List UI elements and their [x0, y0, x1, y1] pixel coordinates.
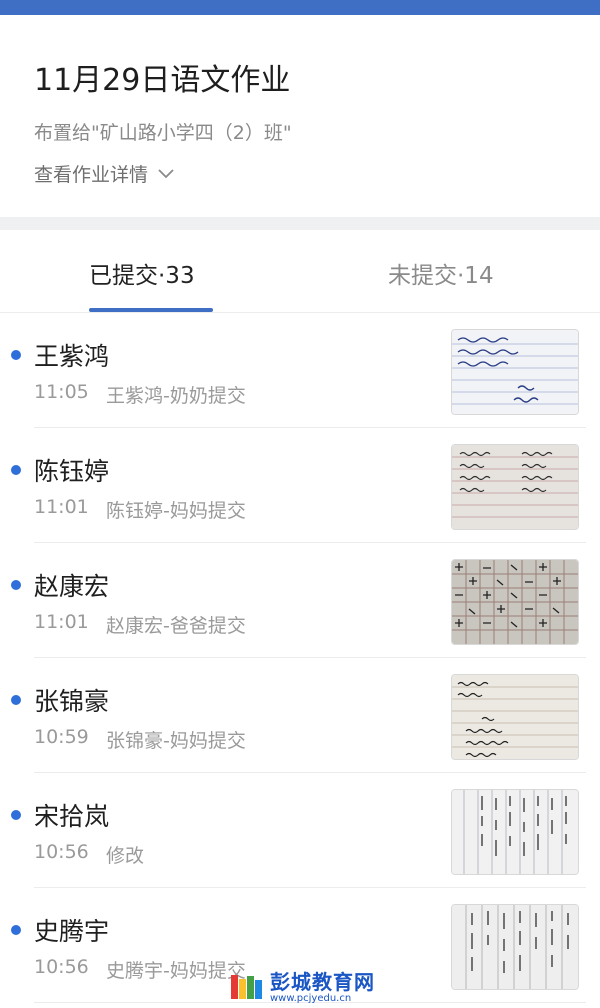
student-name: 张锦豪 [34, 687, 110, 716]
section-divider [0, 217, 600, 230]
homework-thumbnail[interactable] [451, 904, 579, 990]
submitter-info: 赵康宏-爸爸提交 [106, 615, 246, 637]
submission-tabs: 已提交·33 未提交·14 [0, 230, 600, 313]
watermark-url: www.pcjyedu.cn [270, 992, 352, 1004]
homework-thumbnail[interactable] [451, 674, 579, 760]
submission-list: 王紫鸿 11:05 王紫鸿-奶奶提交 陈钰婷 11:01 陈钰婷-妈妈提交 赵康 [0, 313, 600, 1003]
view-details-link[interactable]: 查看作业详情 [34, 160, 176, 187]
submitter-info: 修改 [106, 845, 145, 867]
homework-thumbnail[interactable] [451, 789, 579, 875]
submitter-info: 陈钰婷-妈妈提交 [106, 500, 246, 522]
active-tab-indicator [89, 308, 213, 312]
unread-dot [11, 580, 21, 590]
student-name: 王紫鸿 [34, 342, 110, 371]
tab-not-submitted[interactable]: 未提交·14 [388, 256, 494, 290]
homework-title: 11月29日语文作业 [34, 63, 291, 98]
list-item[interactable]: 王紫鸿 11:05 王紫鸿-奶奶提交 [0, 313, 600, 428]
student-name: 陈钰婷 [34, 457, 110, 486]
submitter-info: 王紫鸿-奶奶提交 [106, 385, 246, 407]
student-name: 史腾宇 [34, 917, 110, 946]
assigned-class: 布置给"矿山路小学四（2）班" [34, 122, 292, 144]
unread-dot [11, 695, 21, 705]
tab-submitted[interactable]: 已提交·33 [89, 256, 195, 290]
submit-time: 10:59 [34, 726, 89, 748]
list-item[interactable]: 张锦豪 10:59 张锦豪-妈妈提交 [0, 658, 600, 773]
unread-dot [11, 810, 21, 820]
top-app-bar [0, 0, 600, 15]
unread-dot [11, 465, 21, 475]
unread-dot [11, 925, 21, 935]
watermark-text: 彭城教育网 [270, 969, 375, 994]
unread-dot [11, 350, 21, 360]
submit-time: 10:56 [34, 841, 89, 863]
student-name: 宋拾岚 [34, 802, 110, 831]
homework-thumbnail[interactable] [451, 329, 579, 415]
list-item[interactable]: 陈钰婷 11:01 陈钰婷-妈妈提交 [0, 428, 600, 543]
submit-time: 10:56 [34, 956, 89, 978]
submitter-info: 史腾宇-妈妈提交 [106, 960, 246, 982]
homework-header: 11月29日语文作业 布置给"矿山路小学四（2）班" 查看作业详情 [0, 15, 600, 217]
list-item[interactable]: 赵康宏 11:01 赵康宏-爸爸提交 [0, 543, 600, 658]
view-details-label: 查看作业详情 [34, 164, 149, 186]
book-logo-icon [231, 975, 262, 999]
submit-time: 11:05 [34, 381, 89, 403]
chevron-down-icon [158, 168, 174, 178]
list-item[interactable]: 宋拾岚 10:56 修改 [0, 773, 600, 888]
submit-time: 11:01 [34, 611, 89, 633]
submitter-info: 张锦豪-妈妈提交 [106, 730, 246, 752]
homework-thumbnail[interactable] [451, 444, 579, 530]
watermark: 彭城教育网 www.pcjyedu.cn [228, 970, 375, 1004]
homework-thumbnail[interactable] [451, 559, 579, 645]
student-name: 赵康宏 [34, 572, 110, 601]
submit-time: 11:01 [34, 496, 89, 518]
